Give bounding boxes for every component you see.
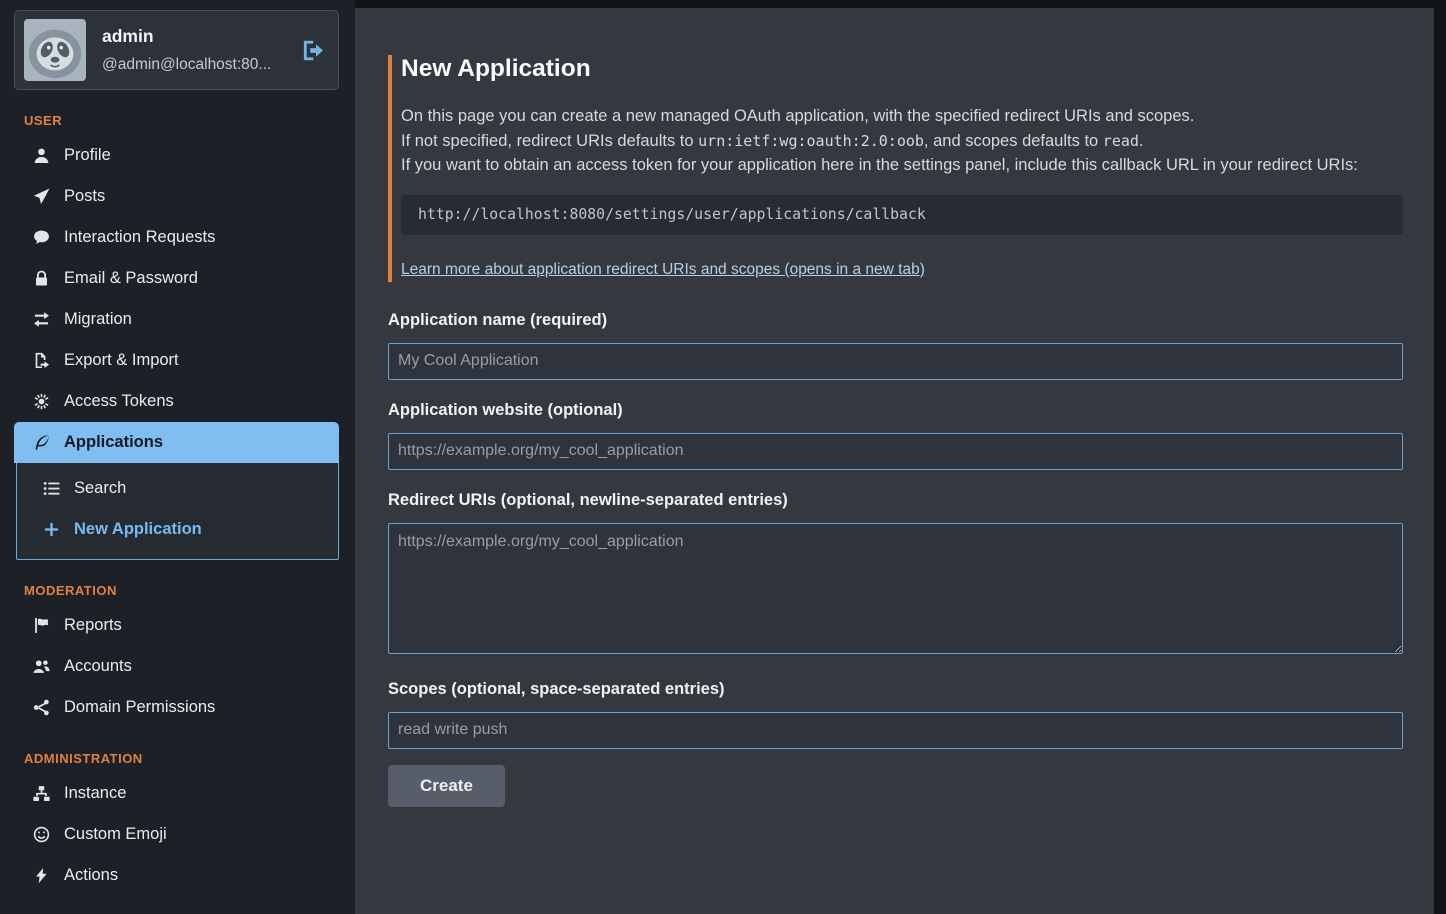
callback-url: http://localhost:8080/settings/user/appl…: [418, 206, 926, 223]
callback-url-block: http://localhost:8080/settings/user/appl…: [401, 195, 1403, 235]
sidebar-item-new-application[interactable]: New Application: [17, 509, 338, 550]
nav-label: Accounts: [64, 657, 132, 676]
sidebar-item-reports[interactable]: Reports: [14, 605, 339, 646]
transfer-arrows-icon: [33, 311, 50, 328]
flag-icon: [33, 617, 50, 634]
sidebar-item-custom-emoji[interactable]: Custom Emoji: [14, 814, 339, 855]
intro-line-2-end: .: [1139, 132, 1144, 150]
nav-label: Actions: [64, 866, 118, 885]
scopes-label: Scopes (optional, space-separated entrie…: [388, 680, 1403, 699]
user-name: admin: [102, 26, 281, 47]
list-icon: [43, 480, 60, 497]
applications-submenu: Search New Application: [16, 463, 339, 560]
nav-label: Email & Password: [64, 269, 198, 288]
sidebar-item-access-tokens[interactable]: Access Tokens: [14, 381, 339, 422]
intro-line-2: If not specified, redirect URIs defaults…: [401, 129, 1403, 154]
nav-label: Reports: [64, 616, 122, 635]
nav-label: Migration: [64, 310, 132, 329]
redirect-uris-label: Redirect URIs (optional, newline-separat…: [388, 491, 1403, 510]
nav-label: Profile: [64, 146, 111, 165]
nav-label: Applications: [64, 433, 163, 452]
share-nodes-icon: [33, 699, 50, 716]
nav-label: Access Tokens: [64, 392, 174, 411]
export-icon: [33, 352, 50, 369]
comment-icon: [33, 229, 50, 246]
nav-label: Posts: [64, 187, 105, 206]
sidebar-nav-user: Profile Posts Interaction Requests Email…: [14, 135, 339, 560]
sidebar-nav-administration: Instance Custom Emoji Actions: [14, 773, 339, 896]
new-application-form: Application name (required) Application …: [388, 311, 1403, 807]
app-root: admin @admin@localhost:80... USER Profil…: [0, 0, 1446, 914]
sidebar-item-accounts[interactable]: Accounts: [14, 646, 339, 687]
nav-label: Interaction Requests: [64, 228, 215, 247]
create-button[interactable]: Create: [388, 765, 505, 807]
bolt-icon: [33, 867, 50, 884]
avatar: [24, 19, 86, 81]
sidebar-item-actions[interactable]: Actions: [14, 855, 339, 896]
main-panel: New Application On this page you can cre…: [355, 8, 1434, 914]
sidebar-item-interaction-requests[interactable]: Interaction Requests: [14, 217, 339, 258]
lock-icon: [33, 270, 50, 287]
intro-line-2-pre: If not specified, redirect URIs defaults…: [401, 132, 698, 150]
sitemap-icon: [33, 785, 50, 802]
sidebar-item-applications[interactable]: Applications: [14, 422, 339, 463]
application-name-input[interactable]: [388, 343, 1403, 380]
intro-line-3: If you want to obtain an access token fo…: [401, 153, 1403, 178]
sidebar-item-export-import[interactable]: Export & Import: [14, 340, 339, 381]
smiley-icon: [33, 826, 50, 843]
sidebar-item-migration[interactable]: Migration: [14, 299, 339, 340]
application-website-input[interactable]: [388, 433, 1403, 470]
nav-label: Domain Permissions: [64, 698, 215, 717]
sidebar-item-domain-permissions[interactable]: Domain Permissions: [14, 687, 339, 728]
nav-label: Export & Import: [64, 351, 179, 370]
certificate-icon: [33, 393, 50, 410]
redirect-uris-textarea[interactable]: [388, 523, 1403, 654]
page-header: New Application On this page you can cre…: [388, 55, 1403, 282]
nav-label: Search: [74, 479, 126, 498]
intro-line-2-mid: , and scopes defaults to: [924, 132, 1103, 150]
plus-icon: [43, 521, 60, 538]
section-label-moderation: MODERATION: [24, 583, 339, 598]
sidebar-item-posts[interactable]: Posts: [14, 176, 339, 217]
sidebar: admin @admin@localhost:80... USER Profil…: [0, 0, 355, 914]
user-card[interactable]: admin @admin@localhost:80...: [14, 10, 339, 90]
inline-code-read: read: [1103, 132, 1139, 150]
inline-code-oob: urn:ietf:wg:oauth:2.0:oob: [698, 132, 924, 150]
feather-icon: [33, 434, 50, 451]
sidebar-nav-moderation: Reports Accounts Domain Permissions: [14, 605, 339, 728]
learn-more-link[interactable]: Learn more about application redirect UR…: [401, 261, 925, 279]
sidebar-item-instance[interactable]: Instance: [14, 773, 339, 814]
page-title: New Application: [401, 55, 1403, 83]
application-name-label: Application name (required): [388, 311, 1403, 330]
user-icon: [33, 147, 50, 164]
nav-label: Custom Emoji: [64, 825, 167, 844]
section-label-user: USER: [24, 113, 339, 128]
sidebar-item-profile[interactable]: Profile: [14, 135, 339, 176]
user-info: admin @admin@localhost:80...: [102, 26, 281, 74]
sidebar-item-search[interactable]: Search: [17, 468, 338, 509]
scopes-input[interactable]: [388, 712, 1403, 749]
nav-label: Instance: [64, 784, 126, 803]
intro-line-1: On this page you can create a new manage…: [401, 104, 1403, 129]
section-label-administration: ADMINISTRATION: [24, 751, 339, 766]
sidebar-item-email-password[interactable]: Email & Password: [14, 258, 339, 299]
nav-label: New Application: [74, 520, 202, 539]
user-handle: @admin@localhost:80...: [102, 56, 281, 74]
logout-icon[interactable]: [301, 38, 326, 63]
applications-group: Applications Search New Application: [14, 422, 339, 560]
users-icon: [33, 658, 50, 675]
application-website-label: Application website (optional): [388, 401, 1403, 420]
paper-plane-icon: [33, 188, 50, 205]
